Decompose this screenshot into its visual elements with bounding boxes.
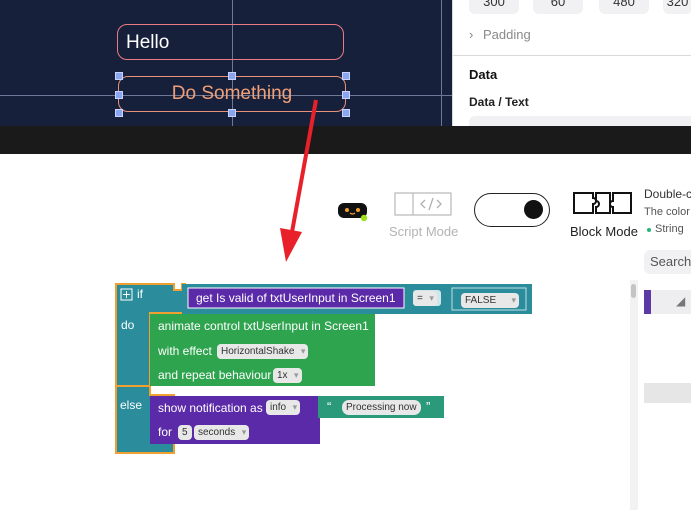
of-label: of xyxy=(256,291,267,305)
get-label: get xyxy=(196,291,213,305)
else-label: else xyxy=(120,398,143,412)
effect-dropdown[interactable]: HorizontalShake xyxy=(217,344,309,359)
duration-input[interactable]: 5 xyxy=(178,425,192,440)
in-label: in xyxy=(338,291,348,305)
component-name: txtUserInput xyxy=(270,291,335,305)
false-dropdown[interactable]: FALSE xyxy=(461,293,519,308)
with-effect-label: with effect xyxy=(158,344,212,358)
do-label: do xyxy=(121,318,135,332)
unit-dropdown[interactable]: seconds xyxy=(194,425,250,440)
repeat-dropdown[interactable]: 1x xyxy=(273,368,302,383)
get-property-text[interactable]: get Is valid of txtUserInput in Screen1 xyxy=(196,291,396,305)
for-label: for xyxy=(158,425,173,439)
blocks-workspace[interactable] xyxy=(0,0,691,510)
message-text-input[interactable]: Processing now xyxy=(342,400,421,415)
screen-name: Screen1 xyxy=(350,291,396,305)
operator-dropdown[interactable]: = xyxy=(413,291,437,306)
property-name: Is valid xyxy=(216,291,254,305)
show-notification-label: show notification as xyxy=(158,401,263,415)
repeat-label: and repeat behaviour xyxy=(158,368,272,382)
close-quote-icon: ” xyxy=(426,399,431,414)
if-label: if xyxy=(137,287,143,301)
open-quote-icon: “ xyxy=(327,399,332,414)
animate-text: animate control txtUserInput in Screen1 xyxy=(158,319,369,333)
notification-type-dropdown[interactable]: info xyxy=(266,400,301,415)
